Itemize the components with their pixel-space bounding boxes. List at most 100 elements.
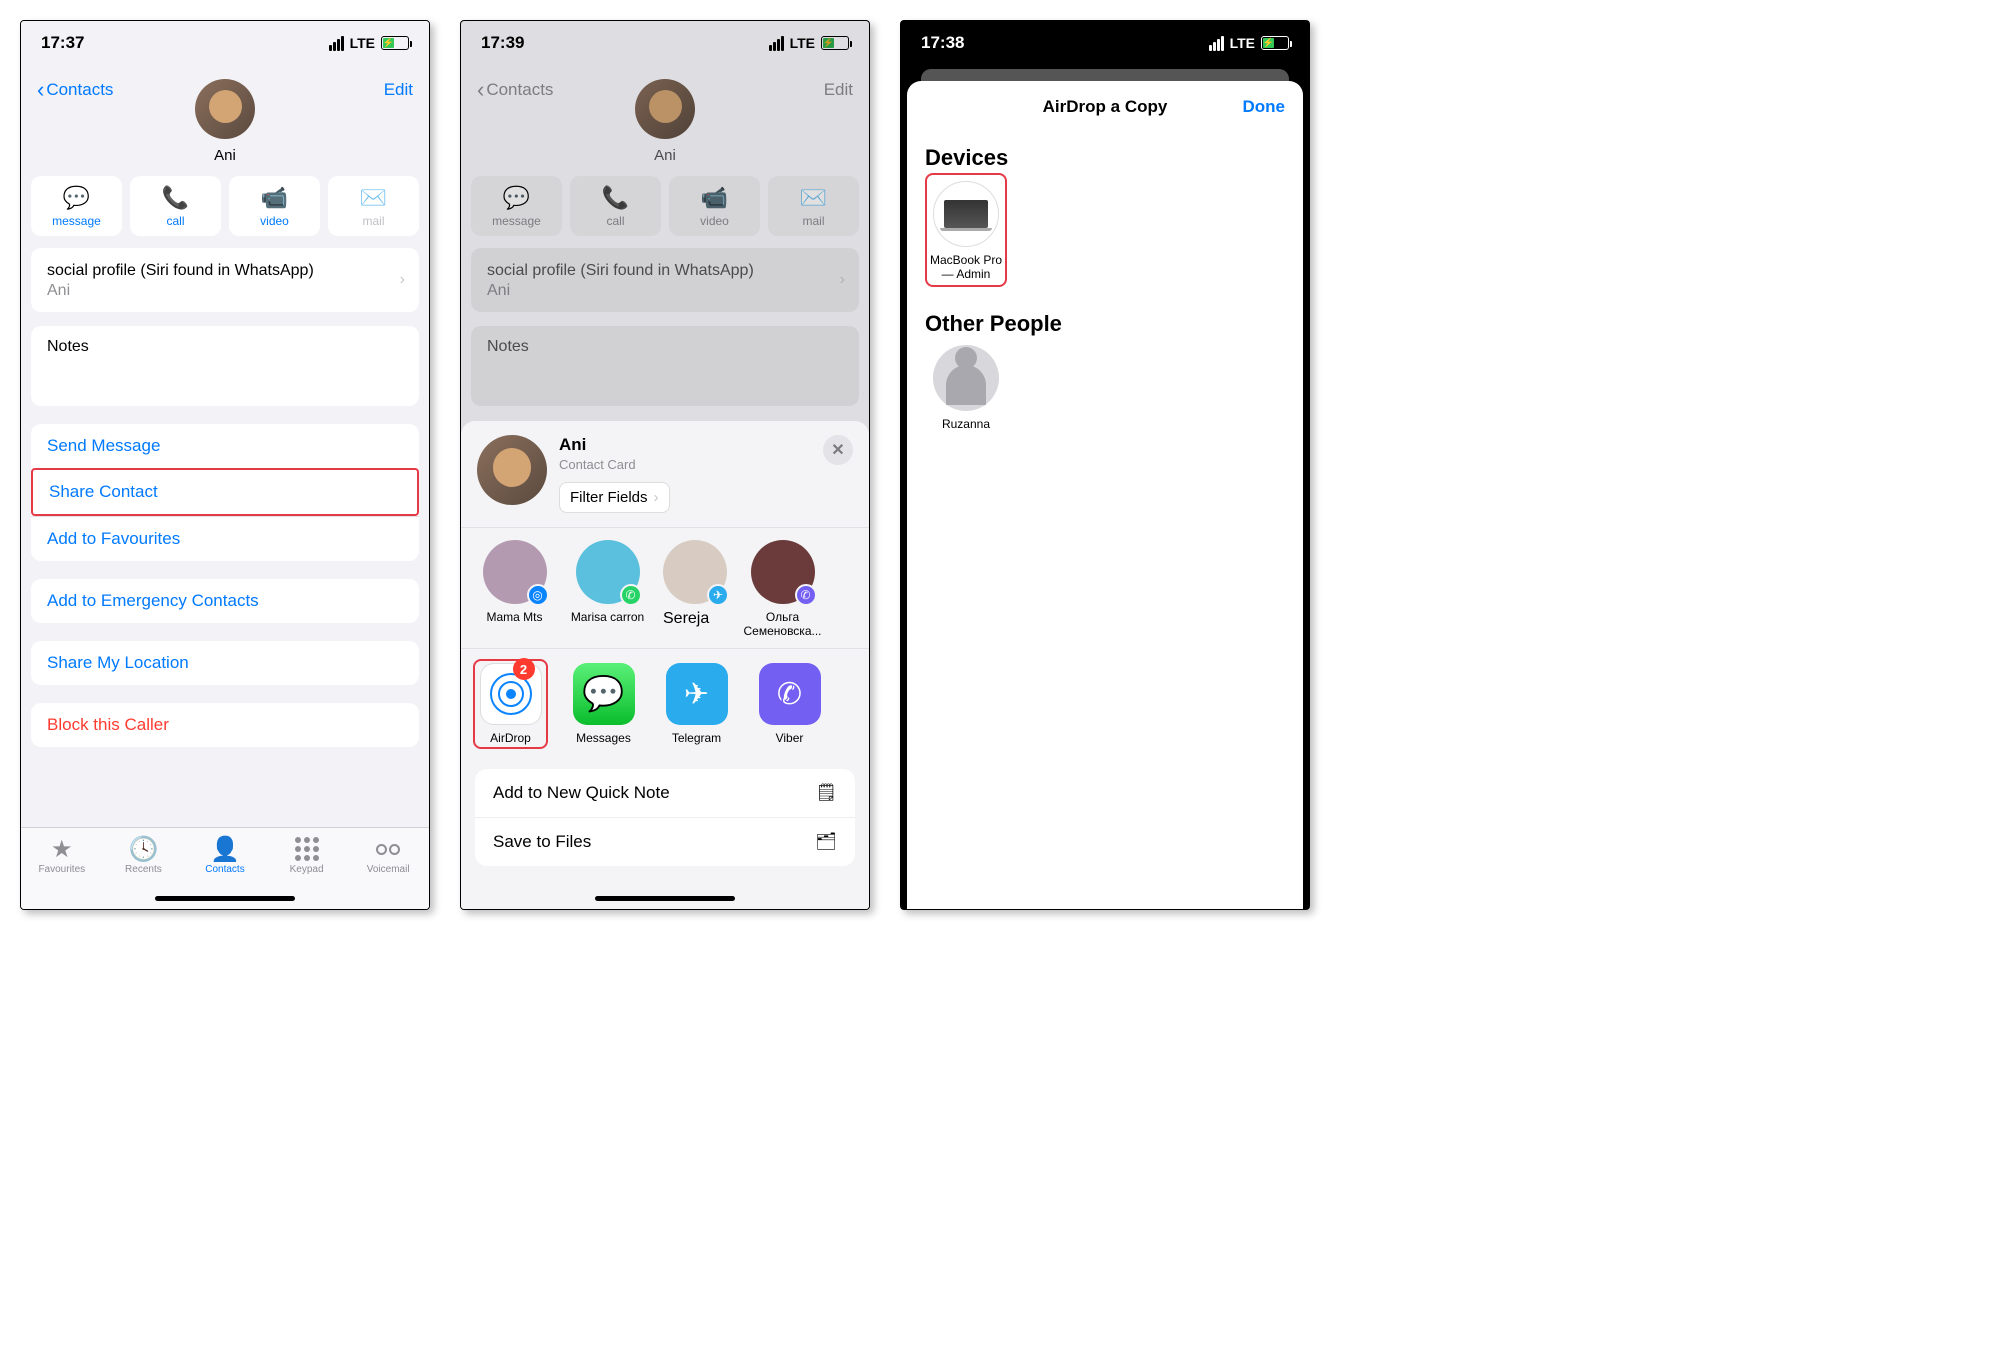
contact-name: Ani (214, 147, 236, 164)
tab-favourites[interactable]: ★ Favourites (21, 836, 103, 909)
status-time: 17:37 (41, 33, 84, 53)
back-label: Contacts (486, 80, 553, 100)
edit-button: Edit (824, 80, 853, 100)
action-row: 💬 message 📞 call 📹 video ✉️ mail (21, 164, 429, 248)
add-emergency-row[interactable]: Add to Emergency Contacts (31, 579, 419, 623)
battery-icon: ⚡ (1261, 36, 1289, 50)
tab-bar: ★ Favourites 🕓 Recents 👤 Contacts Keypad… (21, 827, 429, 909)
notes-field: Notes (471, 326, 859, 406)
block-caller-row[interactable]: Block this Caller (31, 703, 419, 747)
status-right: LTE ⚡ (769, 35, 849, 51)
save-files-row[interactable]: Save to Files 🗂 (475, 817, 855, 866)
mail-button: ✉️ mail (328, 176, 419, 236)
notes-card: Notes (471, 326, 859, 406)
share-avatar (477, 435, 547, 505)
mail-icon: ✉️ (800, 186, 827, 210)
share-location-row[interactable]: Share My Location (31, 641, 419, 685)
battery-icon: ⚡ (821, 36, 849, 50)
chevron-left-icon: ‹ (477, 79, 484, 101)
chevron-right-icon: › (400, 271, 405, 289)
social-profile-card: social profile (Siri found in WhatsApp) … (471, 248, 859, 312)
message-button[interactable]: 💬 message (31, 176, 122, 236)
tab-voicemail[interactable]: Voicemail (347, 836, 429, 909)
voicemail-icon (376, 836, 400, 862)
messages-icon: 💬 (573, 663, 635, 725)
phone-icon: 📞 (602, 186, 629, 210)
share-person[interactable]: ✆ Ольга Семеновска... (745, 540, 820, 638)
share-contact-name: Ani (559, 435, 811, 455)
signal-icon (769, 36, 784, 51)
share-contact-row[interactable]: Share Contact (31, 468, 419, 516)
share-sheet: Ani Contact Card Filter Fields › ✕ ◎ Mam… (461, 421, 869, 909)
person-icon (933, 345, 999, 411)
notes-field[interactable]: Notes (31, 326, 419, 406)
home-indicator[interactable] (595, 896, 735, 901)
app-telegram[interactable]: ✈ Telegram (659, 663, 734, 749)
person-ruzanna[interactable]: Ruzanna (925, 345, 1007, 431)
status-bar: 17:38 LTE ⚡ (901, 21, 1309, 65)
video-button[interactable]: 📹 video (229, 176, 320, 236)
contact-header: Ani (21, 79, 429, 164)
social-profile-row[interactable]: social profile (Siri found in WhatsApp) … (31, 248, 419, 312)
done-button[interactable]: Done (1243, 97, 1286, 117)
airdrop-icon: 2 (480, 663, 542, 725)
location-card: Share My Location (31, 641, 419, 685)
app-messages[interactable]: 💬 Messages (566, 663, 641, 749)
close-icon: ✕ (831, 440, 844, 460)
people-grid: Ruzanna (907, 345, 1303, 443)
app-airdrop[interactable]: 2 AirDrop (473, 659, 548, 749)
share-apps-row: 2 AirDrop 💬 Messages ✈ Telegram ✆ Viber (461, 649, 869, 757)
mail-button: ✉️mail (768, 176, 859, 236)
emergency-card: Add to Emergency Contacts (31, 579, 419, 623)
filter-fields-button[interactable]: Filter Fields › (559, 482, 670, 513)
share-person[interactable]: ✆ Marisa carron (570, 540, 645, 638)
person-avatar: ✆ (751, 540, 815, 604)
viber-badge-icon: ✆ (795, 584, 817, 606)
contact-avatar[interactable] (195, 79, 255, 139)
device-macbook[interactable]: MacBook Pro — Admin (925, 173, 1007, 287)
social-profile-card[interactable]: social profile (Siri found in WhatsApp) … (31, 248, 419, 312)
airdrop-badge-icon: ◎ (527, 584, 549, 606)
video-icon: 📹 (261, 186, 288, 210)
airdrop-title: AirDrop a Copy (1043, 97, 1168, 117)
home-indicator[interactable] (155, 896, 295, 901)
message-icon: 💬 (503, 186, 530, 210)
notes-card[interactable]: Notes (31, 326, 419, 406)
signal-icon (1209, 36, 1224, 51)
battery-icon: ⚡ (381, 36, 409, 50)
social-profile-row: social profile (Siri found in WhatsApp) … (471, 248, 859, 312)
send-message-row[interactable]: Send Message (31, 424, 419, 468)
share-person[interactable]: ✈ Sereja (663, 540, 727, 638)
close-button[interactable]: ✕ (823, 435, 853, 465)
share-subtitle: Contact Card (559, 457, 811, 472)
laptop-icon (933, 181, 999, 247)
screen-2-share-sheet: 17:39 LTE ⚡ ‹ Contacts Edit Ani 💬message… (460, 20, 870, 910)
actions-card-1: Send Message Share Contact Add to Favour… (31, 424, 419, 561)
keypad-icon (295, 836, 319, 862)
app-viber[interactable]: ✆ Viber (752, 663, 827, 749)
call-button[interactable]: 📞 call (130, 176, 221, 236)
status-bar: 17:37 LTE ⚡ (21, 21, 429, 65)
status-right: LTE ⚡ (1209, 35, 1289, 51)
video-button: 📹video (669, 176, 760, 236)
signal-icon (329, 36, 344, 51)
share-person[interactable]: ◎ Mama Mts (477, 540, 552, 638)
airdrop-header: AirDrop a Copy Done (907, 81, 1303, 133)
add-favourites-row[interactable]: Add to Favourites (31, 516, 419, 561)
screen-3-airdrop: 17:38 LTE ⚡ AirDrop a Copy Done Devices … (900, 20, 1310, 910)
status-bar: 17:39 LTE ⚡ (461, 21, 869, 65)
clock-icon: 🕓 (128, 836, 158, 862)
notification-badge: 2 (513, 658, 535, 680)
note-icon: 🗒 (815, 783, 837, 803)
back-button: ‹ Contacts (477, 79, 553, 101)
star-icon: ★ (51, 836, 73, 862)
share-header: Ani Contact Card Filter Fields › ✕ (461, 421, 869, 527)
call-button: 📞call (570, 176, 661, 236)
network-label: LTE (1230, 35, 1255, 51)
whatsapp-badge-icon: ✆ (620, 584, 642, 606)
more-actions-card: Add to New Quick Note 🗒 Save to Files 🗂 (475, 769, 855, 866)
devices-grid: MacBook Pro — Admin (907, 179, 1303, 299)
quick-note-row[interactable]: Add to New Quick Note 🗒 (475, 769, 855, 817)
telegram-badge-icon: ✈ (707, 584, 729, 606)
video-icon: 📹 (701, 186, 728, 210)
